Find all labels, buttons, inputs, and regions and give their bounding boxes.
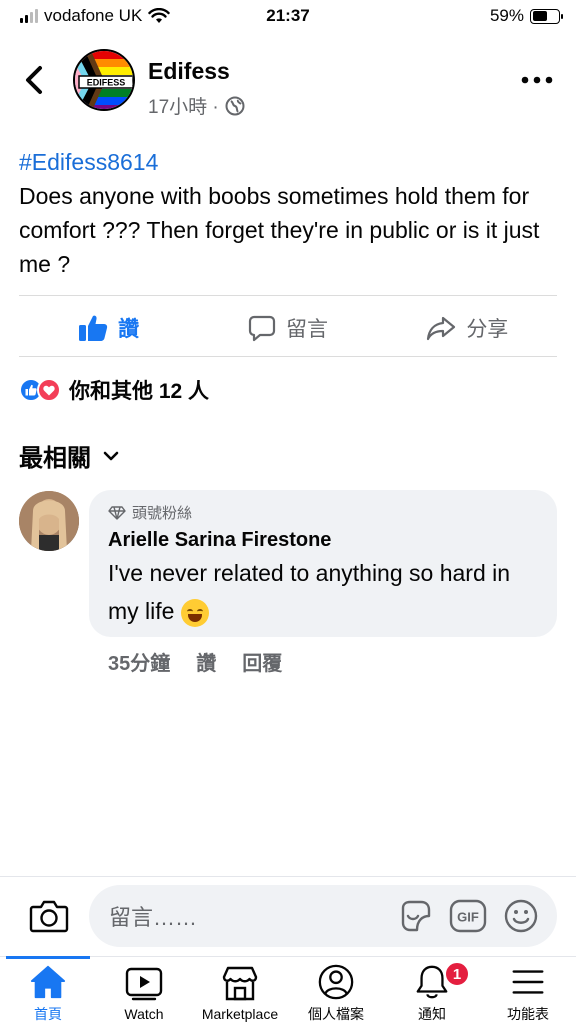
divider: [19, 295, 557, 296]
comment-text-wrap: I've never related to anything so hard i…: [108, 554, 538, 630]
sticker-icon[interactable]: [397, 898, 433, 934]
tab-label: Watch: [124, 1006, 164, 1022]
diamond-icon: [108, 505, 126, 520]
bottom-tab-bar: 首頁 Watch Marketplace 個人檔案 1 通知 功能表: [0, 956, 576, 1024]
comment-button[interactable]: 留言: [198, 302, 377, 354]
tab-watch[interactable]: Watch: [96, 957, 192, 1024]
like-label: 讚: [118, 318, 140, 341]
tab-label: 個人檔案: [308, 1006, 364, 1022]
tab-label: Marketplace: [201, 1006, 279, 1022]
post-meta: 17小時 ·: [148, 92, 245, 119]
tab-profile[interactable]: 個人檔案: [288, 957, 384, 1024]
comment-label: 留言: [285, 318, 328, 341]
tab-label: 功能表: [507, 1006, 549, 1022]
chevron-down-icon: [103, 451, 119, 460]
comment-bubble[interactable]: 頭號粉絲 Arielle Sarina Firestone I've never…: [89, 490, 557, 637]
like-button[interactable]: 讚: [19, 302, 198, 354]
post-time[interactable]: 17小時 ·: [148, 92, 219, 119]
comment-composer[interactable]: 留言…… GIF: [89, 885, 557, 947]
divider: [19, 356, 557, 357]
pride-logo-image: EDIFESS: [75, 51, 133, 109]
comment-author[interactable]: Arielle Sarina Firestone: [108, 529, 538, 552]
comment-sort-selector[interactable]: 最相關: [19, 438, 119, 473]
back-arrow-icon[interactable]: [20, 62, 50, 98]
reaction-icons: [19, 378, 61, 402]
post-actions: 讚 留言 分享: [19, 302, 557, 354]
profile-icon: [318, 964, 354, 1000]
emoji-icon[interactable]: [503, 898, 539, 934]
share-button[interactable]: 分享: [378, 302, 557, 354]
comment-time: 35分鐘: [108, 653, 171, 675]
post-header: EDIFESS Edifess 17小時 ·: [0, 44, 576, 124]
tab-menu[interactable]: 功能表: [480, 957, 576, 1024]
comment-input-placeholder[interactable]: 留言……: [109, 900, 397, 932]
top-fan-badge: 頭號粉絲: [108, 502, 538, 523]
page-name[interactable]: Edifess: [148, 58, 230, 85]
composer-icons: GIF: [397, 898, 557, 934]
battery-info: 59%: [489, 6, 563, 26]
menu-icon: [512, 970, 544, 994]
comment-reply-link[interactable]: 回覆: [242, 647, 282, 676]
home-icon: [30, 965, 66, 999]
page-avatar[interactable]: EDIFESS: [73, 49, 135, 111]
logo-text: EDIFESS: [87, 78, 126, 88]
comment-text: I've never related to anything so hard i…: [108, 560, 511, 624]
battery-percent: 59%: [489, 6, 524, 25]
marketplace-icon: [222, 966, 258, 1001]
reaction-count: 你和其他 12 人: [69, 380, 210, 403]
tab-label: 通知: [418, 1006, 446, 1022]
badge-label: 頭號粉絲: [132, 505, 193, 522]
post-hashtag[interactable]: #Edifess8614: [19, 145, 559, 179]
svg-text:GIF: GIF: [457, 910, 479, 925]
tears-of-joy-emoji-icon: [180, 598, 209, 627]
reactions-summary[interactable]: 你和其他 12 人: [19, 375, 209, 405]
comment-icon: [248, 315, 276, 342]
status-bar: vodafone UK 21:37 59%: [0, 0, 576, 34]
sort-label: 最相關: [19, 445, 91, 472]
tab-home[interactable]: 首頁: [0, 956, 96, 1024]
share-label: 分享: [466, 318, 509, 341]
love-reaction-icon: [37, 378, 61, 402]
commenter-photo: [19, 491, 79, 551]
gif-icon[interactable]: GIF: [449, 898, 487, 934]
more-options-icon[interactable]: [520, 74, 554, 86]
globe-icon: [225, 96, 245, 115]
notification-badge: 1: [444, 961, 470, 987]
comment-like-link[interactable]: 讚: [196, 647, 216, 676]
thumbs-up-icon: [79, 315, 108, 341]
comment-meta: 35分鐘 讚 回覆: [108, 647, 282, 676]
tab-marketplace[interactable]: Marketplace: [192, 957, 288, 1024]
watch-icon: [125, 967, 163, 1001]
post-body: #Edifess8614 Does anyone with boobs some…: [19, 145, 559, 281]
post-text: Does anyone with boobs sometimes hold th…: [19, 183, 540, 277]
battery-icon: [530, 8, 563, 24]
share-icon: [427, 316, 456, 341]
commenter-avatar[interactable]: [19, 491, 79, 551]
tab-notifications[interactable]: 1 通知: [384, 957, 480, 1024]
divider: [0, 876, 576, 877]
tab-label: 首頁: [34, 1006, 62, 1022]
camera-icon[interactable]: [29, 899, 69, 933]
